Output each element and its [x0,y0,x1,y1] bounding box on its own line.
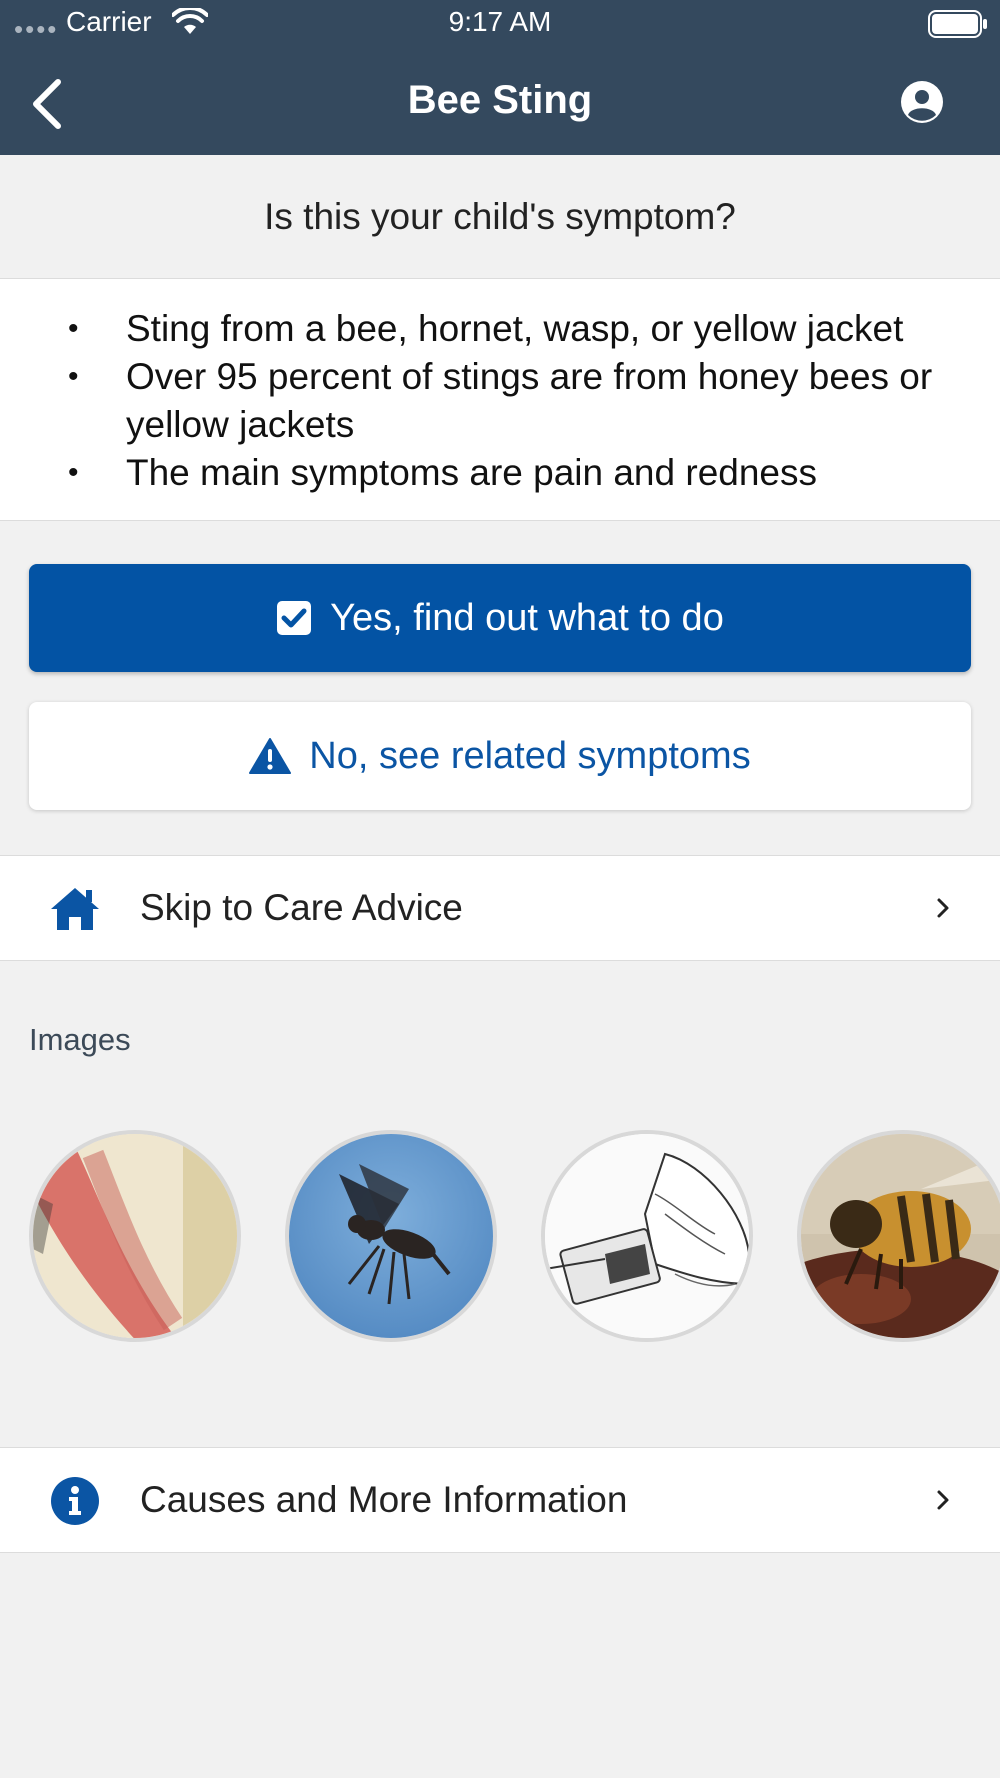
symptom-question: Is this your child's symptom? [0,155,1000,279]
description-item: Over 95 percent of stings are from honey… [68,353,986,449]
image-thumbnail-stinger-removal[interactable] [541,1130,753,1342]
images-section-title: Images [29,1022,131,1057]
info-row-label: Causes and More Information [140,1479,628,1520]
no-button-label: No, see related symptoms [309,734,751,777]
description-item: Sting from a bee, hornet, wasp, or yello… [68,305,986,353]
battery-icon [928,9,988,44]
page-title: Bee Sting [407,78,593,122]
description-list: Sting from a bee, hornet, wasp, or yello… [0,279,1000,497]
image-thumbnail-sting-skin[interactable] [29,1130,241,1342]
profile-button[interactable] [900,80,944,124]
description-item: The main symptoms are pain and redness [68,449,986,497]
info-icon [48,1476,102,1526]
home-icon [48,884,102,934]
skip-row-label: Skip to Care Advice [140,887,463,928]
no-related-symptoms-button[interactable]: No, see related symptoms [29,702,971,810]
chevron-right-icon [934,892,954,924]
causes-more-information-row[interactable]: Causes and More Information [0,1447,1000,1553]
image-thumbnail-honey-bee[interactable] [797,1130,1000,1342]
warning-icon [249,737,292,775]
user-circle-icon [901,81,943,123]
clock: 9:17 AM [448,6,552,37]
yes-find-out-button[interactable]: Yes, find out what to do [29,564,971,672]
skip-to-care-advice-row[interactable]: Skip to Care Advice [0,855,1000,961]
chevron-right-icon [934,1484,954,1516]
image-thumbnail-wasp[interactable] [285,1130,497,1342]
check-square-icon [276,600,312,636]
app-header: •••• Carrier 9:17 AM Bee Sting [0,0,1000,155]
yes-button-label: Yes, find out what to do [330,596,724,639]
status-bar: •••• Carrier 9:17 AM [0,0,1000,48]
symptom-description: Sting from a bee, hornet, wasp, or yello… [0,279,1000,521]
